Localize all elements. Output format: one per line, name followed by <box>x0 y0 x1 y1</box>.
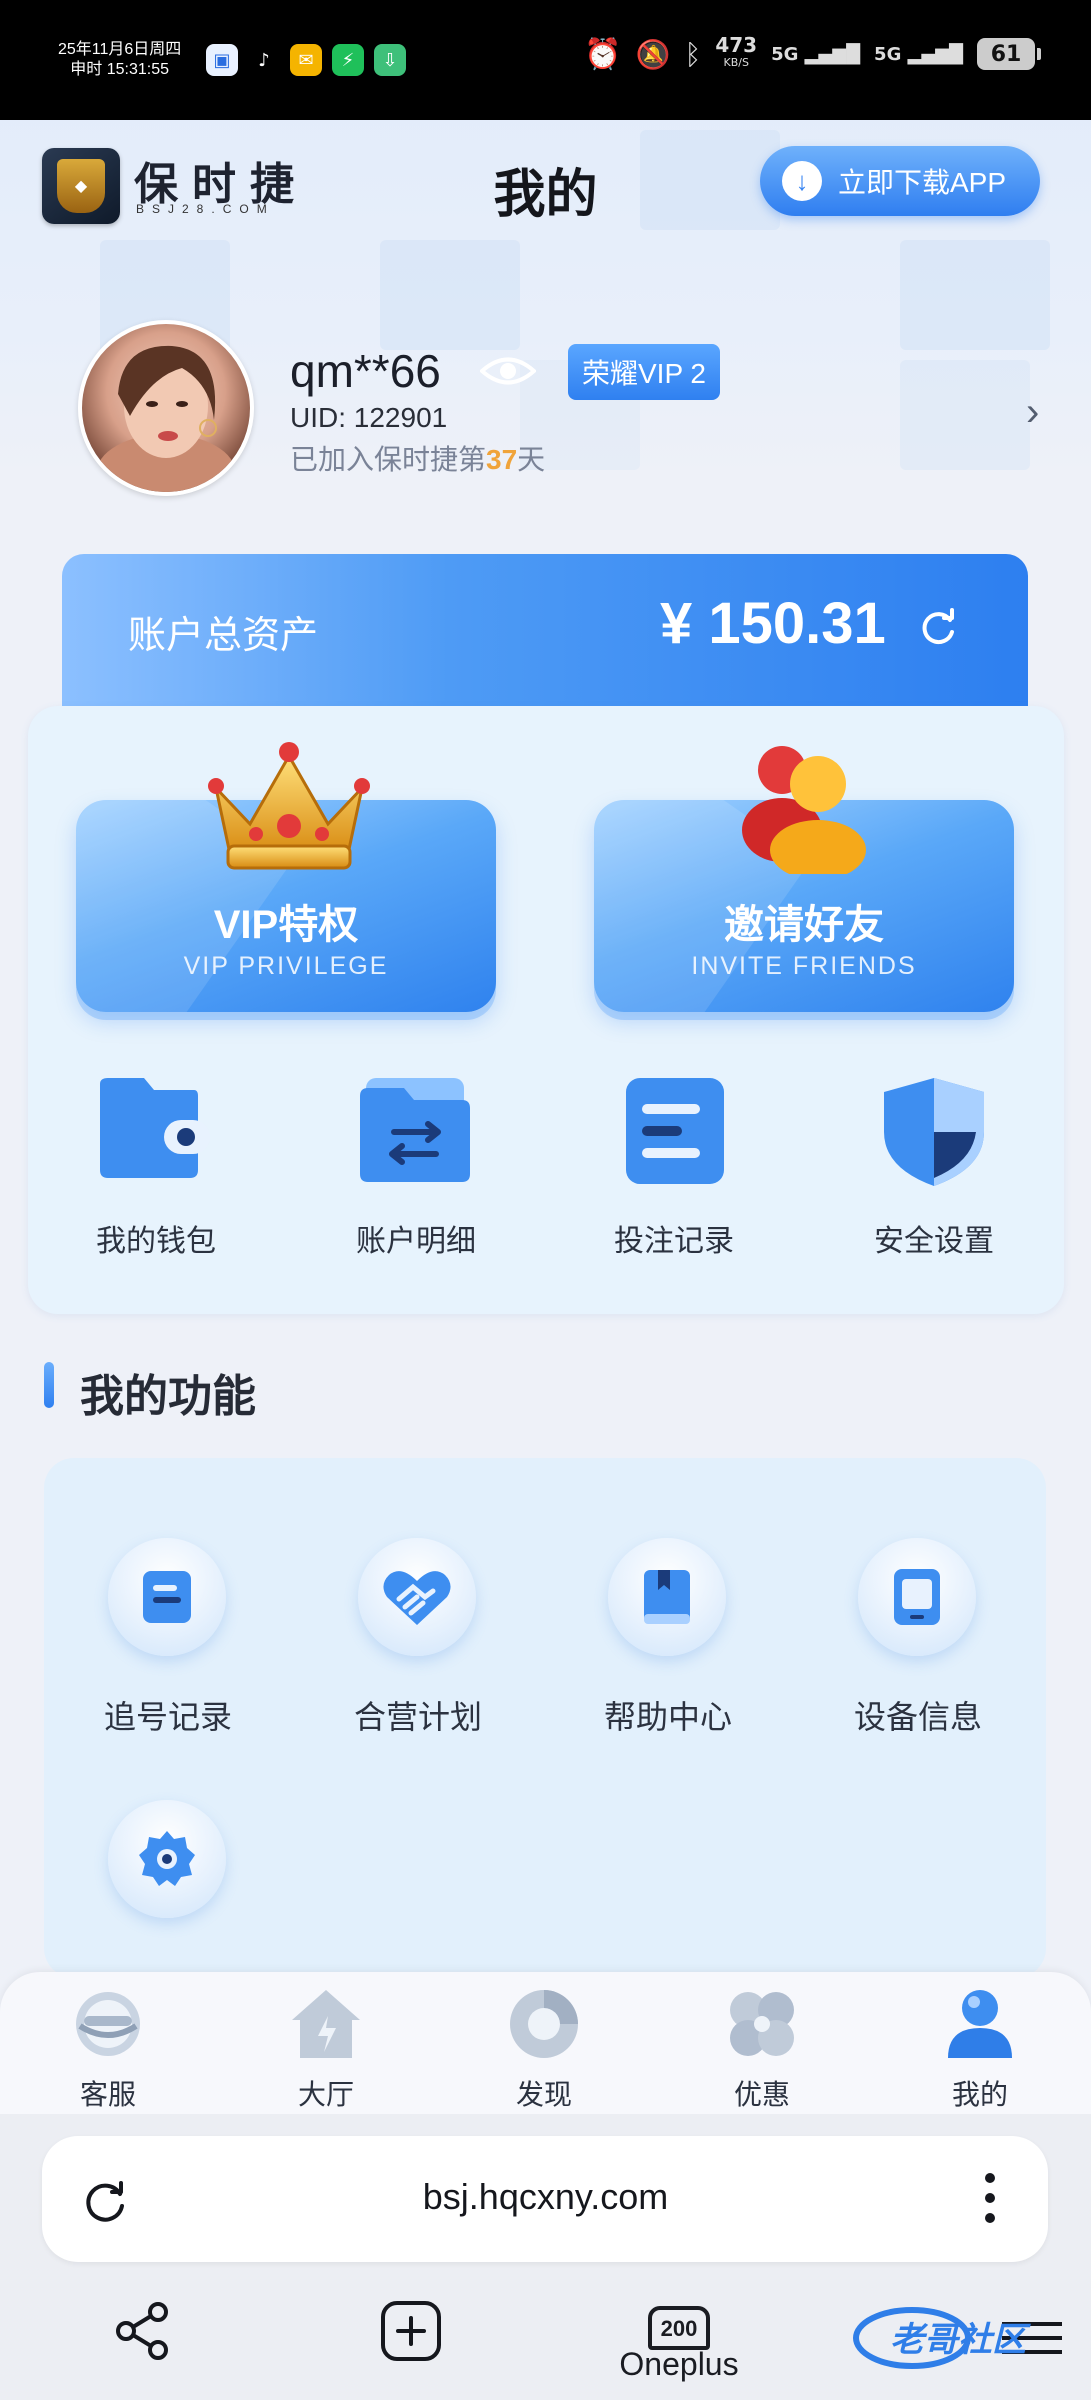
folder-transfer-icon <box>360 1078 470 1182</box>
account-details-button[interactable] <box>358 1076 472 1184</box>
download-arrow-icon: ↓ <box>782 161 822 201</box>
promo-icon <box>730 1992 794 2056</box>
record-list-icon <box>626 1078 724 1184</box>
section-title: 我的功能 <box>80 1372 256 1421</box>
more-menu-icon[interactable] <box>978 2168 1002 2228</box>
discover-icon <box>510 1990 578 2058</box>
vip-privilege-subtitle: VIP PRIVILEGE <box>183 952 389 980</box>
download-notification-icon: ⇩ <box>374 44 406 76</box>
chevron-right-icon[interactable]: › <box>1026 390 1039 435</box>
watermark-text: 老哥社区 <box>890 2321 1026 2359</box>
signal-2: 5G ▂▄▆█ <box>874 43 963 65</box>
help-center-button[interactable] <box>608 1538 726 1656</box>
app-notification-icon: ▣ <box>206 44 238 76</box>
avatar[interactable] <box>78 320 254 496</box>
section-accent-bar <box>44 1362 54 1408</box>
wallet-button[interactable] <box>94 1076 210 1180</box>
device-info-button[interactable] <box>858 1538 976 1656</box>
battery-indicator: 61 <box>977 38 1041 70</box>
signal-1: 5G ▂▄▆█ <box>771 43 861 65</box>
user-id: UID: 122901 <box>290 402 448 433</box>
new-tab-icon[interactable] <box>380 2300 442 2362</box>
device-info-label: 设备信息 <box>853 1699 982 1735</box>
download-app-button[interactable]: ↓ 立即下载APP <box>760 146 1040 216</box>
wallet-label: 我的钱包 <box>96 1225 216 1258</box>
mail-icon: ✉ <box>290 44 322 76</box>
bluetooth-icon: ᛒ <box>684 37 702 71</box>
betting-records-button[interactable] <box>624 1076 726 1186</box>
mute-icon: 🔕 <box>635 37 671 71</box>
vip-level-badge: 荣耀VIP 2 <box>568 344 720 400</box>
support-icon <box>76 1992 140 2056</box>
settings-function-button[interactable] <box>108 1800 226 1918</box>
partnership-plan-button[interactable] <box>358 1538 476 1656</box>
eye-icon[interactable] <box>480 354 536 388</box>
tab-profile[interactable]: 我的 <box>900 1986 1060 2113</box>
profile-icon <box>948 1990 1012 2058</box>
joined-days-text: 已加入保时捷第37天 <box>290 444 546 475</box>
security-settings-label: 安全设置 <box>874 1225 994 1258</box>
wallet-icon <box>100 1078 210 1178</box>
tab-lobby[interactable]: 大厅 <box>246 1986 406 2113</box>
bg-tile <box>900 360 1030 470</box>
bg-tile <box>900 240 1050 350</box>
invite-friends-subtitle: INVITE FRIENDS <box>691 952 917 980</box>
invite-friends-title: 邀请好友 <box>724 903 884 947</box>
tracking-records-button[interactable] <box>108 1538 226 1656</box>
shield-icon <box>884 1078 984 1186</box>
tabs-count-button[interactable]: 200 <box>648 2306 710 2350</box>
security-settings-button[interactable] <box>880 1076 988 1188</box>
status-right: ⏰ 🔕 ᛒ 473 KB/S 5G ▂▄▆█ 5G ▂▄▆█ 61 <box>584 33 1041 72</box>
security-app-icon: ⚡ <box>332 44 364 76</box>
network-speed: 473 KB/S <box>715 33 758 69</box>
help-center-label: 帮助中心 <box>603 1699 732 1735</box>
share-icon[interactable] <box>112 2300 174 2362</box>
home-icon <box>292 1990 360 2058</box>
book-icon <box>644 1570 690 1624</box>
url-text: bsj.hqcxny.com <box>422 2176 669 2217</box>
username: qm**66 <box>290 345 441 397</box>
gear-icon <box>139 1831 195 1886</box>
refresh-icon[interactable] <box>916 606 960 650</box>
download-app-label: 立即下载APP <box>838 167 1007 198</box>
tab-promotions[interactable]: 优惠 <box>682 1986 842 2113</box>
friends-icon <box>742 746 866 874</box>
total-assets-label: 账户总资产 <box>128 615 319 657</box>
account-details-label: 账户明细 <box>356 1225 476 1258</box>
alarm-icon: ⏰ <box>584 36 622 72</box>
avatar-portrait <box>96 345 236 492</box>
status-date: 25年11月6日周四 申时 15:31:55 <box>58 41 182 78</box>
browser-brand-label: Oneplus <box>619 2346 739 2382</box>
handshake-icon <box>383 1571 451 1625</box>
tab-support[interactable]: 客服 <box>28 1986 188 2113</box>
tablet-icon <box>894 1569 940 1625</box>
tiktok-icon: ♪ <box>248 44 280 76</box>
total-assets-value: ¥ 150.31 <box>660 591 886 656</box>
partnership-plan-label: 合营计划 <box>353 1699 482 1735</box>
document-icon <box>143 1571 191 1623</box>
tab-discover[interactable]: 发现 <box>464 1986 624 2113</box>
betting-records-label: 投注记录 <box>614 1225 734 1258</box>
notification-icons: ▣ ♪ ✉ ⚡ ⇩ <box>206 44 406 76</box>
crown-icon <box>208 742 370 870</box>
bg-tile <box>380 240 520 350</box>
vip-privilege-title: VIP特权 <box>213 903 359 947</box>
tracking-records-label: 追号记录 <box>103 1699 232 1735</box>
